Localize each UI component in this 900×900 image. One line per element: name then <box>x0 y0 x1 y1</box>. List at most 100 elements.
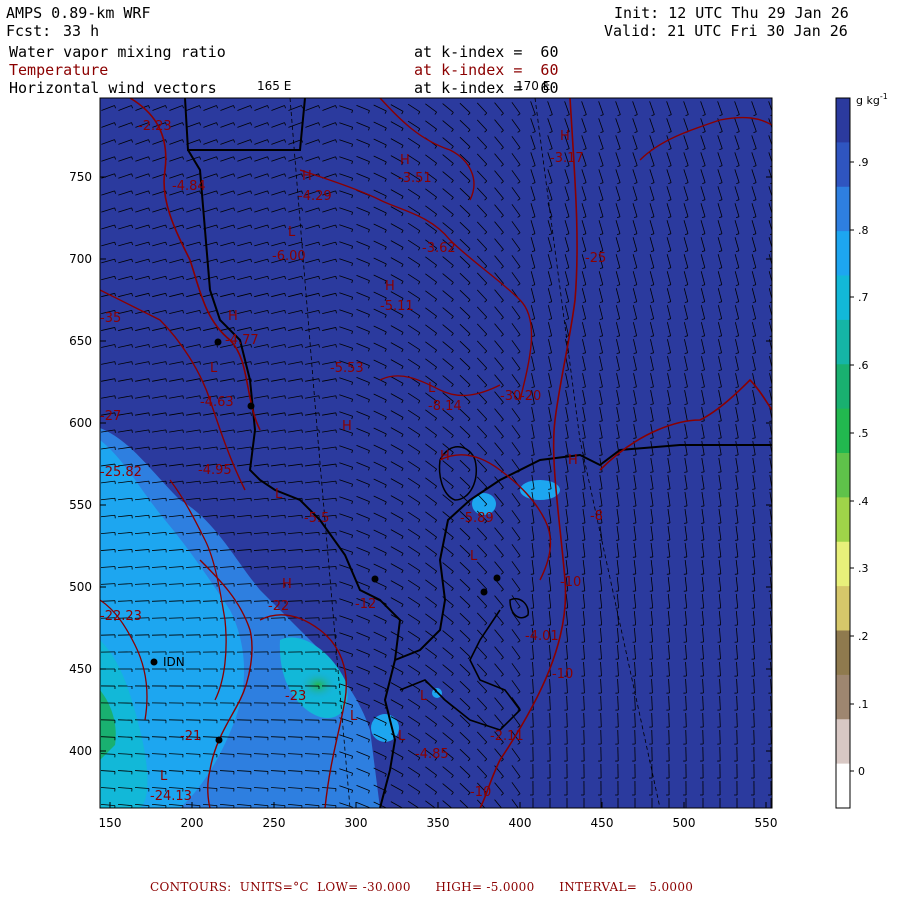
temperature-label: -4.95 <box>198 463 232 478</box>
station-dot <box>493 574 501 582</box>
colorbar-swatch <box>836 408 850 454</box>
low-marker: L <box>398 729 406 744</box>
temperature-label: -4.84 <box>172 179 206 194</box>
low-marker: L <box>210 361 218 376</box>
colorbar-swatch <box>836 319 850 365</box>
low-marker: L <box>350 709 358 724</box>
low-marker: L <box>288 225 296 240</box>
map-figure: -2.23 -4.84 -6.00 -3.62 -3.51 -3.17 -4.29 -5.11… <box>69 79 888 830</box>
temperature-label: -2.11 <box>490 729 524 744</box>
temperature-label: -25 <box>585 251 606 266</box>
x-tick-label: 300 <box>345 816 368 830</box>
temperature-label: -4.77 <box>225 333 259 348</box>
x-tick-label: 150 <box>99 816 122 830</box>
colorbar-tick-label: .4 <box>858 495 869 508</box>
colorbar-tick-label: 0 <box>858 765 865 778</box>
colorbar-swatch <box>836 453 850 498</box>
high-marker: H <box>568 453 578 468</box>
high-marker: H <box>302 169 312 184</box>
temperature-label: -23 <box>285 689 306 704</box>
temperature-label: -35 <box>100 311 121 326</box>
colorbar-swatch <box>836 497 850 543</box>
colorbar-swatch <box>836 142 850 188</box>
colorbar-tick-label: .2 <box>858 630 869 643</box>
temperature-label: -5.11 <box>380 299 414 314</box>
temperature-label: -4.63 <box>200 395 234 410</box>
low-marker: L <box>160 769 168 784</box>
temperature-label: -4.29 <box>298 189 332 204</box>
x-tick-label: 500 <box>673 816 696 830</box>
colorbar: .9 .8 .7 .6 .5 .4 .3 .2 .1 0 <box>835 97 869 809</box>
y-tick-label: 750 <box>69 170 92 184</box>
temperature-label: -3.17 <box>550 151 584 166</box>
colorbar-tick-label: .8 <box>858 224 869 237</box>
colorbar-swatch <box>836 231 850 276</box>
lon-label-170e: 170 E <box>516 79 550 93</box>
y-tick-label: 550 <box>69 498 92 512</box>
station-dot <box>371 575 379 583</box>
x-tick-label: 450 <box>591 816 614 830</box>
temperature-label: -22 <box>268 599 289 614</box>
temperature-label: -3.62 <box>422 241 456 256</box>
temperature-label: -2.23 <box>138 119 172 134</box>
temperature-label: -5.5 <box>304 511 329 526</box>
high-marker: H <box>282 577 292 592</box>
x-tick-label: 200 <box>181 816 204 830</box>
low-marker: L <box>420 689 428 704</box>
temperature-label: -25.82 <box>100 465 142 480</box>
temperature-label: -4.01 <box>525 629 559 644</box>
colorbar-swatch <box>836 719 850 765</box>
x-tick-label: 350 <box>427 816 450 830</box>
temperature-label: -8.14 <box>428 399 462 414</box>
high-marker: H <box>440 449 450 464</box>
temperature-label: -30 <box>500 389 521 404</box>
high-marker: H <box>228 309 238 324</box>
low-marker: L <box>428 381 436 396</box>
temperature-label: -5.89 <box>460 511 494 526</box>
colorbar-swatch <box>836 541 850 587</box>
station-dot <box>480 588 488 596</box>
lon-label-165e: 165 E <box>257 79 291 93</box>
temperature-label: -27 <box>100 409 121 424</box>
colorbar-swatch <box>836 275 850 321</box>
temperature-label: -6.00 <box>272 249 306 264</box>
station-dot <box>214 338 222 346</box>
temperature-label: -4.85 <box>415 747 449 762</box>
station-dot <box>150 658 158 666</box>
temperature-label: -21 <box>180 729 201 744</box>
colorbar-tick-label: .1 <box>858 698 869 711</box>
high-marker: H <box>560 129 570 144</box>
y-tick-label: 650 <box>69 334 92 348</box>
y-tick-label: 450 <box>69 662 92 676</box>
temperature-label: -22.23 <box>100 609 142 624</box>
high-marker: H <box>342 419 352 434</box>
colorbar-tick-label: .7 <box>858 291 869 304</box>
station-dot <box>247 402 255 410</box>
colorbar-swatch <box>836 586 850 631</box>
temperature-label: -8 <box>590 509 603 524</box>
colorbar-tick-label: .9 <box>858 156 869 169</box>
colorbar-swatch <box>836 630 850 676</box>
station-dot <box>215 736 223 744</box>
x-tick-label: 550 <box>755 816 778 830</box>
colorbar-swatch <box>836 674 850 720</box>
temperature-label: -10 <box>470 785 491 800</box>
high-marker: H <box>400 153 410 168</box>
y-tick-label: 500 <box>69 580 92 594</box>
colorbar-tick-label: .3 <box>858 562 869 575</box>
temperature-label: -12 <box>355 597 376 612</box>
colorbar-tick-label: .6 <box>858 359 869 372</box>
contour-info-footer: CONTOURS: UNITS=°C LOW= -30.000 HIGH= -5… <box>150 880 694 894</box>
colorbar-swatch <box>836 98 850 143</box>
low-marker: L <box>275 487 283 502</box>
colorbar-tick-label: .5 <box>858 427 869 440</box>
y-tick-label: 400 <box>69 744 92 758</box>
x-tick-label: 250 <box>263 816 286 830</box>
station-label: IDN <box>163 655 185 669</box>
temperature-label: -5.53 <box>330 361 364 376</box>
temperature-label: -10 <box>560 575 581 590</box>
colorbar-swatch <box>836 763 850 809</box>
temperature-label: -3.51 <box>398 171 432 186</box>
colorbar-unit: g kg-1 <box>856 92 888 107</box>
low-marker: L <box>470 549 478 564</box>
